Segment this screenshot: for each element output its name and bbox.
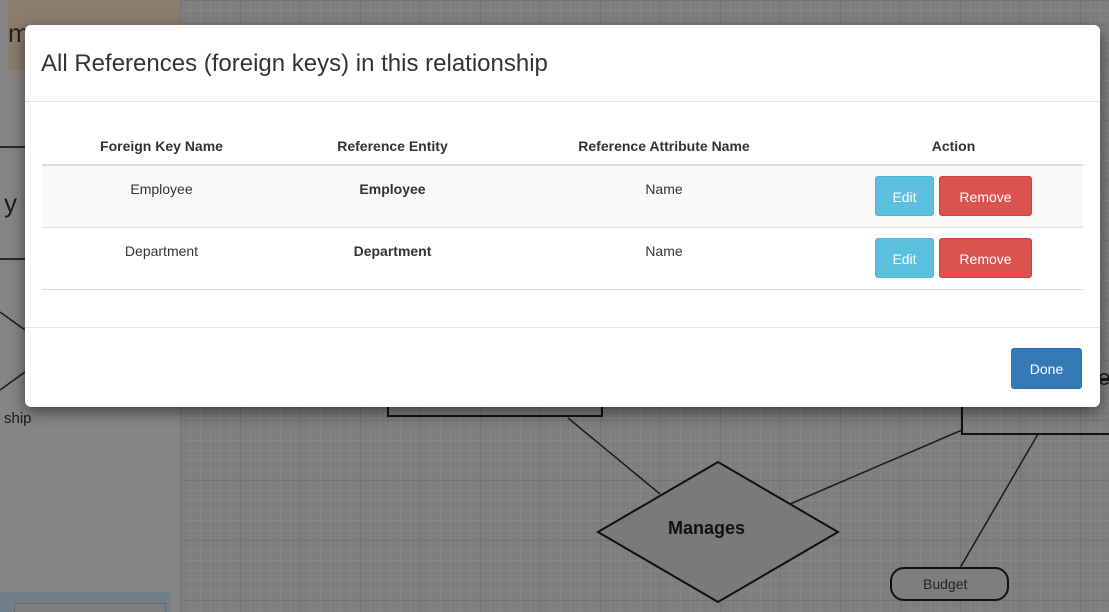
modal-body: Foreign Key Name Reference Entity Refere… [25,102,1100,328]
done-button[interactable]: Done [1011,348,1082,389]
table-header-row: Foreign Key Name Reference Entity Refere… [42,128,1083,166]
relationship-label: Manages [668,518,746,538]
column-header-foreign-key-name: Foreign Key Name [42,128,281,166]
references-table: Foreign Key Name Reference Entity Refere… [42,128,1083,290]
connector-line [0,311,26,331]
attribute-label: Budget [923,576,968,592]
foreign-key-name-cell: Employee [42,165,281,228]
reference-entity-cell: Department [281,227,504,290]
connector-line [789,429,963,505]
modal-title: All References (foreign keys) in this re… [41,50,548,77]
reference-attribute-cell: Name [504,165,824,228]
reference-entity-cell: Employee [281,165,504,228]
action-cell: Edit Remove [824,227,1083,290]
remove-button[interactable]: Remove [939,176,1032,216]
foreign-key-name-cell: Department [42,227,281,290]
table-row: Employee Employee Name Edit Remove [42,165,1083,228]
reference-attribute-cell: Name [504,227,824,290]
reference-entity: Department [353,243,432,259]
foreign-key-name: Employee [130,181,193,197]
edit-button[interactable]: Edit [875,238,934,278]
action-cell: Edit Remove [824,165,1083,228]
reference-attribute-name: Name [645,243,683,259]
connector-line [0,371,26,391]
table-row: Department Department Name Edit Remove [42,227,1083,290]
edit-button[interactable]: Edit [875,176,934,216]
foreign-key-name: Department [124,243,199,259]
references-modal: All References (foreign keys) in this re… [25,25,1100,407]
modal-header: All References (foreign keys) in this re… [25,25,1100,102]
reference-entity: Employee [359,181,426,197]
connector-line [567,417,661,495]
modal-footer: Done [25,328,1100,406]
remove-button[interactable]: Remove [939,238,1032,278]
column-header-reference-attribute-name: Reference Attribute Name [504,128,824,166]
column-header-reference-entity: Reference Entity [281,128,504,166]
column-header-action: Action [824,128,1083,166]
connector-line [959,433,1039,569]
reference-attribute-name: Name [645,181,683,197]
